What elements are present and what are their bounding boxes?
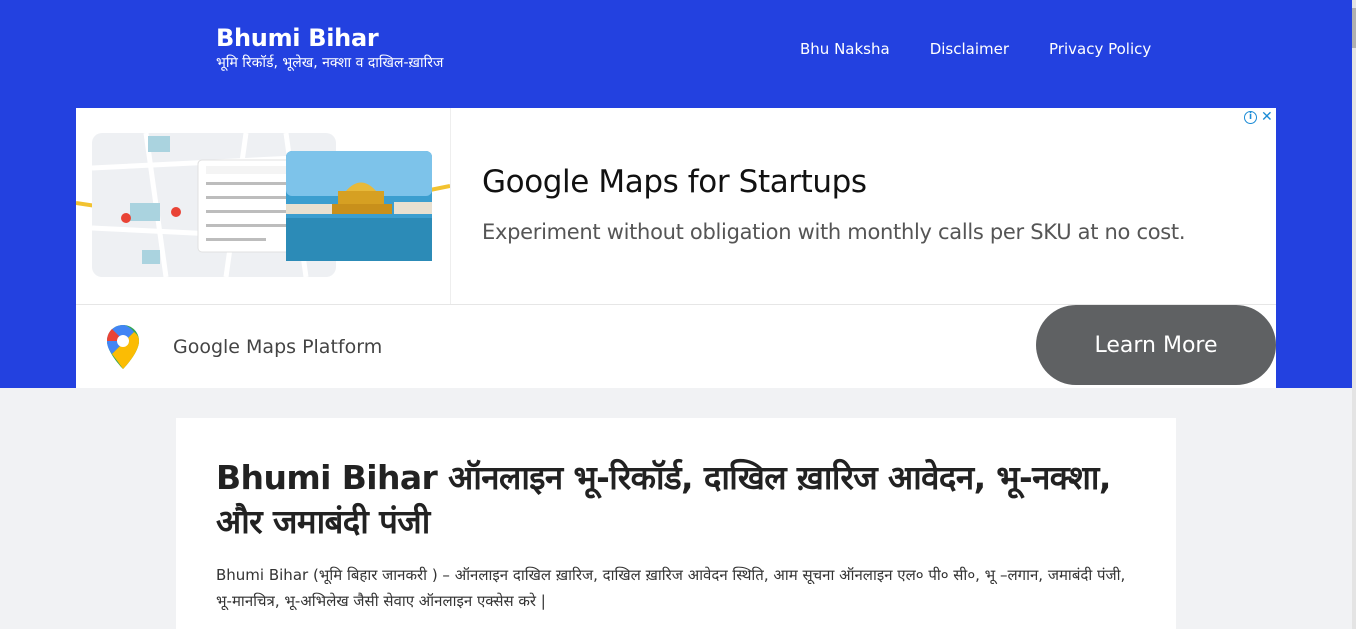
nav-disclaimer[interactable]: Disclaimer: [930, 40, 1009, 58]
ad-advertiser[interactable]: Google Maps Platform: [173, 336, 382, 358]
scrollbar-thumb[interactable]: [1352, 8, 1356, 48]
ad-image[interactable]: [75, 108, 451, 304]
site-title[interactable]: Bhumi Bihar: [216, 24, 379, 52]
scrollbar-track[interactable]: [1352, 0, 1356, 629]
nav-bhu-naksha[interactable]: Bhu Naksha: [800, 40, 890, 58]
ad-headline[interactable]: Google Maps for Startups: [482, 164, 867, 200]
close-icon[interactable]: ✕: [1261, 110, 1273, 124]
article-card: Bhumi Bihar ऑनलाइन भू-रिकॉर्ड, दाखिल ख़ा…: [176, 418, 1176, 629]
site-tagline: भूमि रिकॉर्ड, भूलेख, नक्शा व दाखिल-ख़ारि…: [216, 55, 444, 71]
article-intro: Bhumi Bihar (भूमि बिहार जानकरी ) – ऑनलाइ…: [216, 566, 1126, 610]
nav-privacy-policy[interactable]: Privacy Policy: [1049, 40, 1151, 58]
map-illustration: [75, 132, 451, 278]
learn-more-button[interactable]: Learn More: [1036, 305, 1276, 385]
advertisement[interactable]: Google Maps for Startups Experiment with…: [75, 108, 1276, 388]
google-maps-pin-icon: [106, 324, 140, 370]
main-nav: Bhu Naksha Disclaimer Privacy Policy: [800, 40, 1151, 58]
adchoices-info-icon[interactable]: i: [1244, 110, 1257, 124]
ad-description[interactable]: Experiment without obligation with month…: [482, 220, 1186, 244]
article-title: Bhumi Bihar ऑनलाइन भू-रिकॉर्ड, दाखिल ख़ा…: [216, 458, 1111, 541]
ad-choices[interactable]: i ✕: [1244, 110, 1273, 124]
